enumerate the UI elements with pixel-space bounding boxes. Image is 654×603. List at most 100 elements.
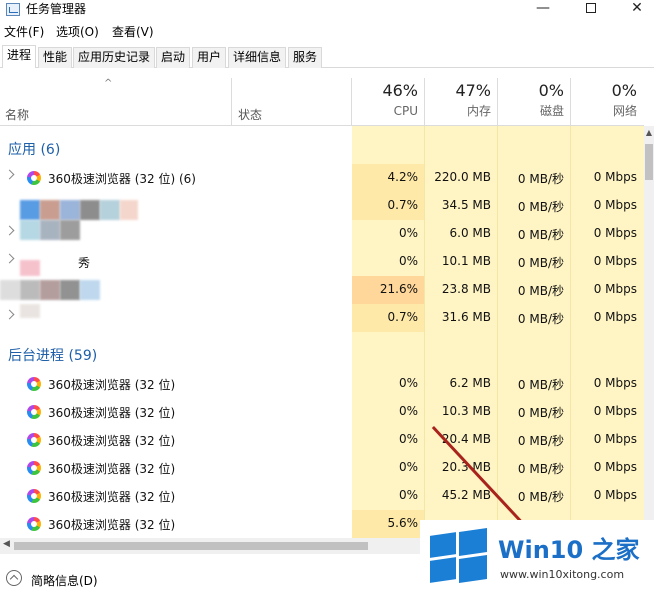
table-row[interactable]: 360极速浏览器 (32 位) 0% 10.3 MB 0 MB/秒 0 Mbps: [0, 398, 644, 426]
column-header-row: ^ 名称 状态 46% CPU 47% 内存 0% 磁盘 0% 网络: [0, 78, 644, 126]
cpu-value: 0%: [398, 376, 418, 390]
blurred-icon: [60, 280, 80, 300]
network-value: 0 Mbps: [593, 282, 637, 296]
column-header-status[interactable]: 状态: [238, 106, 262, 123]
column-header-cpu[interactable]: 46% CPU: [352, 80, 418, 120]
cpu-value: 0%: [398, 254, 418, 268]
window-title: 任务管理器: [26, 2, 87, 16]
table-row[interactable]: 360极速浏览器 (32 位) 0% 20.4 MB 0 MB/秒 0 Mbps: [0, 426, 644, 454]
column-header-network[interactable]: 0% 网络: [571, 80, 637, 120]
blurred-icon: [20, 200, 40, 220]
table-row[interactable]: 0% 6.0 MB 0 MB/秒 0 Mbps: [0, 220, 644, 248]
disk-value: 0 MB/秒: [517, 490, 564, 504]
process-name: 360极速浏览器 (32 位): [48, 490, 176, 504]
column-divider[interactable]: [231, 78, 232, 125]
memory-total: 47%: [455, 81, 491, 100]
disk-label: 磁盘: [539, 104, 564, 118]
close-button[interactable]: ✕: [614, 0, 654, 20]
disk-value: 0 MB/秒: [517, 434, 564, 448]
column-header-memory[interactable]: 47% 内存: [425, 80, 491, 120]
table-row[interactable]: 秀 0% 10.1 MB 0 MB/秒 0 Mbps: [0, 248, 644, 276]
memory-value: 31.6 MB: [441, 310, 491, 324]
section-apps[interactable]: 应用 (6): [8, 139, 60, 159]
blurred-icon: [40, 200, 60, 220]
horizontal-scroll-thumb[interactable]: [14, 542, 368, 550]
cpu-value: 0%: [398, 404, 418, 418]
tab-strip: 进程 性能 应用历史记录 启动 用户 详细信息 服务: [0, 45, 654, 68]
blurred-icon: [20, 280, 40, 300]
disk-value: 0 MB/秒: [517, 228, 564, 242]
network-value: 0 Mbps: [593, 376, 637, 390]
column-header-name[interactable]: 名称: [5, 106, 29, 123]
table-row[interactable]: 360极速浏览器 (32 位) 0% 20.3 MB 0 MB/秒 0 Mbps: [0, 454, 644, 482]
table-row[interactable]: 0.7% 31.6 MB 0 MB/秒 0 Mbps: [0, 304, 644, 332]
disk-value: 0 MB/秒: [517, 200, 564, 214]
fewer-details-link[interactable]: 简略信息(D): [31, 572, 98, 589]
blurred-icon: [40, 280, 60, 300]
cpu-label: CPU: [393, 104, 418, 118]
section-background-processes[interactable]: 后台进程 (59): [8, 345, 97, 365]
process-name: 360极速浏览器 (32 位): [48, 378, 176, 392]
blurred-icon: [60, 220, 80, 240]
table-row[interactable]: 21.6% 23.8 MB 0 MB/秒 0 Mbps: [0, 276, 644, 304]
process-name: 秀: [78, 256, 91, 270]
column-header-disk[interactable]: 0% 磁盘: [498, 80, 564, 120]
blurred-icon: [40, 220, 60, 240]
tab-startup[interactable]: 启动: [156, 47, 191, 68]
tab-app-history[interactable]: 应用历史记录: [73, 47, 156, 68]
tab-performance[interactable]: 性能: [38, 47, 73, 68]
sort-arrow-icon: ^: [104, 78, 113, 89]
browser-icon: [27, 405, 41, 419]
scroll-left-icon[interactable]: ◀: [3, 539, 10, 549]
scroll-up-icon[interactable]: ▲: [644, 128, 654, 138]
menu-file[interactable]: 文件(F): [4, 24, 44, 40]
process-name: 360极速浏览器 (32 位): [48, 462, 176, 476]
browser-icon: [27, 377, 41, 391]
network-value: 0 Mbps: [593, 254, 637, 268]
table-row[interactable]: 360极速浏览器 (32 位) 0% 6.2 MB 0 MB/秒 0 Mbps: [0, 370, 644, 398]
vertical-scroll-thumb[interactable]: [645, 144, 653, 180]
network-total: 0%: [611, 81, 637, 100]
blurred-icon: [100, 200, 120, 220]
table-row[interactable]: 360极速浏览器 (32 位) 0% 45.2 MB 0 MB/秒 0 Mbps: [0, 482, 644, 510]
watermark: Win10 之家 www.win10xitong.com: [420, 520, 654, 596]
browser-icon: [27, 171, 41, 185]
disk-value: 0 MB/秒: [517, 284, 564, 298]
memory-value: 6.0 MB: [449, 226, 491, 240]
tab-services[interactable]: 服务: [288, 47, 323, 68]
vertical-scrollbar[interactable]: ▲: [644, 126, 654, 536]
disk-value: 0 MB/秒: [517, 256, 564, 270]
blurred-icon: [20, 304, 40, 318]
menu-bar: 文件(F) 选项(O) 查看(V): [0, 22, 654, 42]
menu-options[interactable]: 选项(O): [56, 24, 99, 40]
cpu-value: 0.7%: [387, 198, 419, 212]
collapse-icon[interactable]: [6, 570, 22, 586]
maximize-button[interactable]: [568, 0, 614, 20]
task-manager-icon: [6, 3, 20, 16]
cpu-value: 21.6%: [379, 282, 418, 296]
chevron-right-icon[interactable]: [4, 169, 15, 180]
table-row[interactable]: 0.7% 34.5 MB 0 MB/秒 0 Mbps: [0, 192, 644, 220]
blurred-icon: [20, 220, 40, 240]
chevron-right-icon[interactable]: [4, 253, 15, 264]
table-row[interactable]: 360极速浏览器 (32 位) (6) 4.2% 220.0 MB 0 MB/秒…: [0, 164, 644, 192]
chevron-right-icon[interactable]: [4, 225, 15, 236]
minimize-button[interactable]: —: [520, 0, 566, 20]
browser-icon: [27, 433, 41, 447]
network-label: 网络: [612, 104, 637, 118]
browser-icon: [27, 489, 41, 503]
cpu-value: 4.2%: [387, 170, 419, 184]
memory-value: 20.3 MB: [441, 460, 491, 474]
memory-value: 6.2 MB: [449, 376, 491, 390]
tab-details[interactable]: 详细信息: [228, 47, 287, 68]
windows-logo-icon: [426, 526, 490, 584]
disk-value: 0 MB/秒: [517, 378, 564, 392]
title-bar: 任务管理器 — ✕: [0, 0, 654, 22]
chevron-right-icon[interactable]: [4, 309, 15, 320]
watermark-title: Win10 之家: [498, 536, 640, 564]
menu-view[interactable]: 查看(V): [112, 24, 154, 40]
tab-users[interactable]: 用户: [192, 47, 227, 68]
disk-value: 0 MB/秒: [517, 312, 564, 326]
tab-processes[interactable]: 进程: [2, 45, 37, 68]
cpu-value: 5.6%: [387, 516, 419, 530]
